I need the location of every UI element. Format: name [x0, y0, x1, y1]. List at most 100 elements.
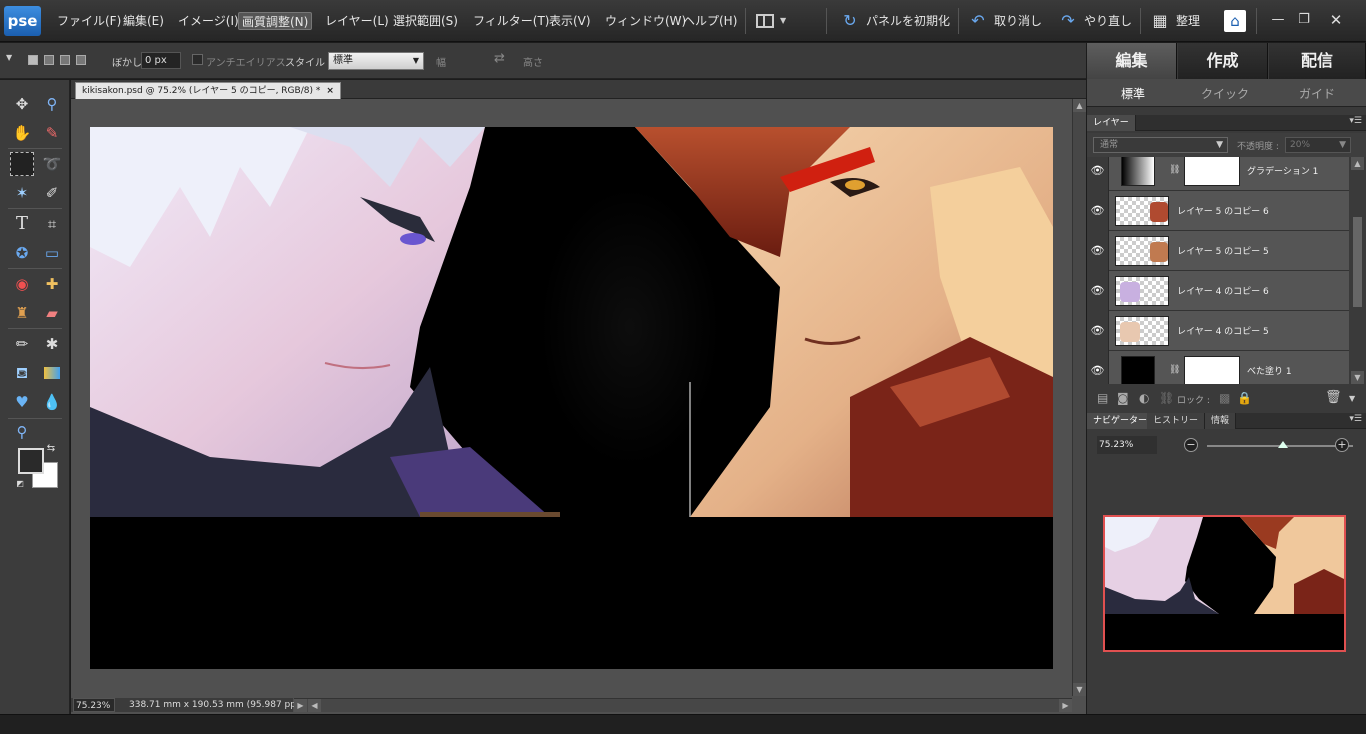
opacity-field[interactable]: 20% ▼: [1285, 137, 1351, 153]
layer-row[interactable]: 👁 ⛓ グラデーション 1: [1087, 157, 1349, 191]
layer-row[interactable]: 👁 レイヤー 5 のコピー 5: [1087, 231, 1349, 271]
navigator-zoom-field[interactable]: 75.23%: [1097, 436, 1157, 454]
menu-edit[interactable]: 編集(E): [120, 12, 167, 30]
add-mask-icon[interactable]: ◙: [1117, 391, 1129, 405]
subtab-quick[interactable]: クイック: [1179, 85, 1271, 102]
visibility-eye-icon[interactable]: 👁: [1087, 311, 1109, 351]
layer-row[interactable]: 👁 レイヤー 4 のコピー 6: [1087, 271, 1349, 311]
magic-wand-tool-icon[interactable]: ✶: [10, 181, 34, 205]
visibility-eye-icon[interactable]: 👁: [1087, 191, 1109, 231]
tab-create[interactable]: 作成: [1178, 43, 1268, 79]
swap-colors-icon[interactable]: ⇆: [44, 442, 58, 456]
lock-transparency-icon[interactable]: ▩: [1219, 391, 1230, 405]
lasso-tool-icon[interactable]: ➰: [40, 152, 64, 176]
layers-scrollbar[interactable]: ▲ ▼: [1349, 157, 1366, 384]
panel-resize-icon[interactable]: ▼: [1349, 394, 1355, 403]
brush-tool-icon[interactable]: ✏: [10, 332, 34, 356]
adjustment-layer-icon[interactable]: ◐: [1139, 391, 1149, 405]
reset-panels-button[interactable]: ↻ パネルを初期化: [840, 8, 950, 34]
crop-tool-icon[interactable]: ⌗: [40, 212, 64, 236]
menu-view[interactable]: 表示(V): [546, 12, 594, 30]
scroll-down-icon[interactable]: ▼: [1073, 683, 1086, 696]
intersect-selection-icon[interactable]: [76, 55, 86, 65]
menu-help[interactable]: ヘルプ(H): [680, 12, 740, 30]
clone-stamp-tool-icon[interactable]: ♜: [10, 301, 34, 325]
scroll-right-icon[interactable]: ▶: [1059, 699, 1072, 712]
scroll-up-icon[interactable]: ▲: [1073, 99, 1086, 112]
eyedropper-tool-icon[interactable]: ✎: [40, 121, 64, 145]
tool-preset-chevron-icon[interactable]: ▼: [6, 53, 12, 62]
menu-file[interactable]: ファイル(F): [54, 12, 124, 30]
visibility-eye-icon[interactable]: 👁: [1087, 271, 1109, 311]
restore-icon[interactable]: ❐: [1294, 10, 1314, 30]
straighten-tool-icon[interactable]: ▭: [40, 241, 64, 265]
redo-button[interactable]: ↷ やり直し: [1058, 8, 1132, 34]
scroll-down-icon[interactable]: ▼: [1351, 371, 1364, 384]
link-layers-icon[interactable]: ⛓: [1159, 391, 1174, 405]
menu-layer[interactable]: レイヤー(L): [322, 12, 392, 30]
smart-brush-tool-icon[interactable]: ✱: [40, 332, 64, 356]
paint-bucket-tool-icon[interactable]: ⛾: [10, 361, 34, 385]
cookie-cutter-tool-icon[interactable]: ✪: [10, 241, 34, 265]
subtract-selection-icon[interactable]: [60, 55, 70, 65]
menu-enhance[interactable]: 画質調整(N): [238, 12, 313, 30]
foreground-color-swatch[interactable]: [18, 448, 44, 474]
document-tab[interactable]: kikisakon.psd @ 75.2% (レイヤー 5 のコピー, RGB/…: [75, 82, 341, 99]
navigator-zoom-slider-thumb[interactable]: [1277, 441, 1288, 448]
sponge-tool-icon[interactable]: ⚲: [10, 420, 34, 444]
layer-row[interactable]: 👁 ⛓ べた塗り 1: [1087, 351, 1349, 384]
zoom-out-icon[interactable]: −: [1184, 438, 1198, 452]
subtab-guided[interactable]: ガイド: [1271, 85, 1363, 102]
panel-menu-icon[interactable]: ▾☰: [1349, 414, 1362, 424]
trash-icon[interactable]: 🗑: [1325, 390, 1342, 405]
subtab-full[interactable]: 標準: [1087, 85, 1179, 102]
image-canvas[interactable]: [90, 127, 1053, 669]
visibility-eye-icon[interactable]: 👁: [1087, 231, 1109, 271]
scroll-left-icon[interactable]: ◀: [308, 699, 321, 712]
workspace-layout-button[interactable]: ▼: [756, 8, 786, 34]
menu-window[interactable]: ウィンドウ(W): [602, 12, 689, 30]
tab-navigator[interactable]: ナビゲーター: [1087, 413, 1155, 429]
custom-shape-tool-icon[interactable]: ♥: [10, 390, 34, 414]
menu-filter[interactable]: フィルター(T): [470, 12, 552, 30]
home-button[interactable]: ⌂: [1224, 8, 1246, 34]
new-layer-icon[interactable]: ▤: [1097, 391, 1108, 405]
hand-tool-icon[interactable]: ✋: [10, 121, 34, 145]
red-eye-tool-icon[interactable]: ◉: [10, 272, 34, 296]
status-menu-arrow-icon[interactable]: ▶: [294, 699, 307, 712]
gradient-tool-icon[interactable]: [40, 361, 64, 385]
tab-layers[interactable]: レイヤー: [1087, 115, 1136, 131]
tab-edit[interactable]: 編集: [1087, 43, 1177, 79]
tab-share[interactable]: 配信: [1269, 43, 1366, 79]
visibility-eye-icon[interactable]: 👁: [1087, 157, 1109, 191]
blur-tool-icon[interactable]: 💧: [40, 390, 64, 414]
quick-selection-tool-icon[interactable]: ✐: [40, 181, 64, 205]
scroll-up-icon[interactable]: ▲: [1351, 157, 1364, 170]
healing-brush-tool-icon[interactable]: ✚: [40, 272, 64, 296]
swap-icon[interactable]: ⇄: [494, 51, 505, 66]
tab-history[interactable]: ヒストリー: [1147, 413, 1206, 429]
menu-select[interactable]: 選択範囲(S): [390, 12, 461, 30]
organize-button[interactable]: ▦ 整理: [1150, 8, 1200, 34]
scroll-thumb[interactable]: [1353, 217, 1362, 307]
style-select[interactable]: 標準 ▼: [328, 52, 424, 70]
minimize-icon[interactable]: —: [1268, 10, 1288, 30]
close-icon[interactable]: ✕: [1326, 10, 1346, 30]
marquee-tool-icon[interactable]: [10, 152, 34, 176]
visibility-eye-icon[interactable]: 👁: [1087, 351, 1109, 384]
tab-info[interactable]: 情報: [1205, 413, 1237, 429]
horizontal-scrollbar[interactable]: ▶ ◀ ▶: [294, 698, 1072, 712]
eraser-tool-icon[interactable]: ▰: [40, 301, 64, 325]
default-colors-icon[interactable]: ◩: [14, 478, 26, 490]
move-tool-icon[interactable]: ✥: [10, 92, 34, 116]
blend-mode-select[interactable]: 通常 ▼: [1093, 137, 1228, 153]
document-tab-close-icon[interactable]: ×: [326, 86, 334, 96]
add-selection-icon[interactable]: [44, 55, 54, 65]
new-selection-icon[interactable]: [28, 55, 38, 65]
feather-input[interactable]: 0 px: [141, 52, 181, 69]
zoom-tool-icon[interactable]: ⚲: [40, 92, 64, 116]
type-tool-icon[interactable]: T: [10, 212, 34, 236]
lock-all-icon[interactable]: 🔒: [1237, 391, 1252, 405]
zoom-level-field[interactable]: 75.23%: [73, 698, 115, 712]
panel-menu-icon[interactable]: ▾☰: [1349, 116, 1362, 126]
